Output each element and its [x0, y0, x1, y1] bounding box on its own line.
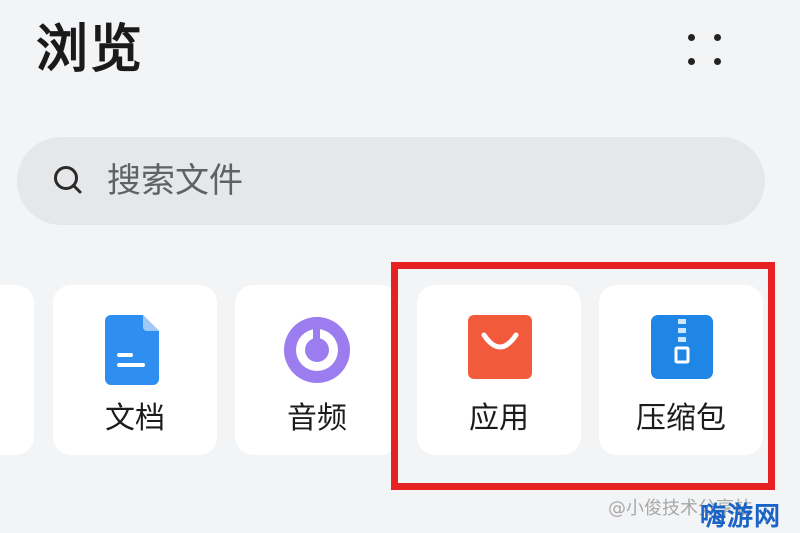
dot-icon — [688, 34, 695, 41]
page-title: 浏览 — [36, 20, 145, 80]
search-input[interactable] — [107, 161, 667, 201]
search-bar[interactable] — [17, 137, 765, 225]
search-icon — [54, 166, 82, 194]
category-label: 文档 — [105, 401, 165, 436]
category-card-documents[interactable]: 文档 — [53, 285, 217, 455]
category-card-partial[interactable] — [0, 285, 34, 455]
document-icon — [105, 315, 159, 385]
category-label: 音频 — [287, 401, 347, 436]
audio-icon — [284, 317, 350, 383]
more-options-button[interactable] — [680, 28, 730, 78]
dot-icon — [714, 34, 721, 41]
watermark-logo: 嗨游网 — [700, 502, 782, 532]
dot-icon — [714, 58, 721, 65]
dot-icon — [688, 58, 695, 65]
category-card-audio[interactable]: 音频 — [235, 285, 399, 455]
highlight-box — [391, 262, 775, 490]
